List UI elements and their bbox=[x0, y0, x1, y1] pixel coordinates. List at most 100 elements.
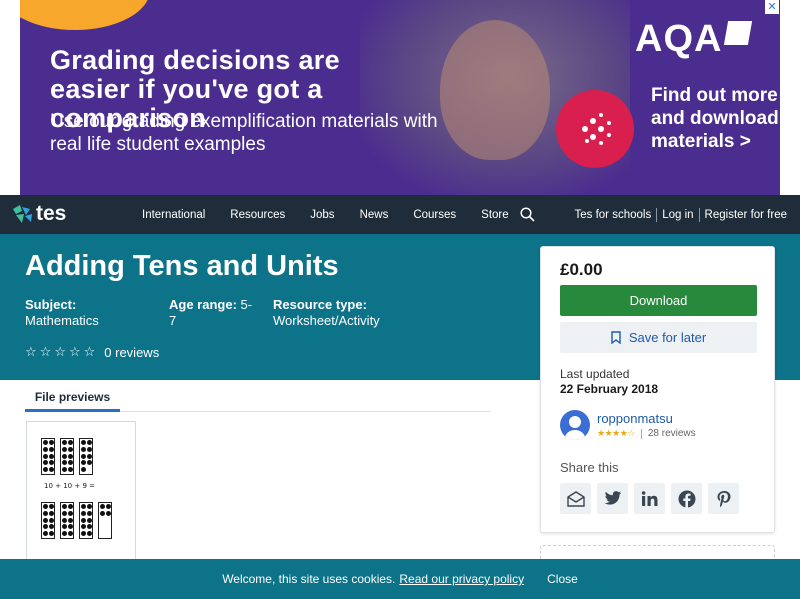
subject-value[interactable]: Mathematics bbox=[25, 313, 99, 328]
cookie-close-button[interactable]: Close bbox=[547, 572, 578, 586]
star-empty-icon: ☆ bbox=[25, 344, 37, 359]
ten-frame-dot bbox=[81, 517, 86, 523]
rating-divider bbox=[640, 428, 642, 439]
ten-frame-dot bbox=[87, 460, 92, 466]
ten-frame-dot bbox=[100, 531, 105, 537]
ad-brand-logo: AQA bbox=[635, 18, 753, 61]
nav-link-register[interactable]: Register for free bbox=[705, 209, 787, 221]
ten-frame-dot bbox=[106, 524, 111, 530]
ten-frame-dot bbox=[49, 453, 54, 459]
nav-links: International Resources Jobs News Course… bbox=[142, 195, 534, 234]
ten-frame-dot bbox=[49, 510, 54, 516]
ten-frame bbox=[79, 438, 93, 475]
ten-frame bbox=[98, 502, 112, 539]
ten-frame-dot bbox=[49, 524, 54, 530]
star-empty-icon: ☆ bbox=[68, 344, 81, 359]
ten-frame-dot bbox=[43, 510, 48, 516]
ten-frame-dot bbox=[68, 524, 73, 530]
type-value[interactable]: Worksheet/Activity bbox=[273, 313, 380, 328]
bookmark-icon bbox=[611, 331, 621, 344]
nav-link-courses[interactable]: Courses bbox=[413, 209, 456, 221]
ten-frame-dot bbox=[100, 510, 105, 516]
nav-link-resources[interactable]: Resources bbox=[230, 209, 285, 221]
last-updated-date: 22 February 2018 bbox=[560, 382, 659, 396]
share-buttons bbox=[560, 483, 745, 514]
subject-meta: Subject: Mathematics bbox=[25, 297, 145, 329]
author-name[interactable]: ropponmatsu bbox=[597, 411, 673, 426]
ad-cta-link[interactable]: Find out more and download materials > bbox=[651, 84, 780, 153]
ten-frame-dot bbox=[62, 460, 67, 466]
search-icon[interactable] bbox=[520, 207, 535, 227]
tab-file-previews[interactable]: File previews bbox=[25, 380, 120, 412]
age-meta: Age range: 5-7 bbox=[169, 297, 259, 329]
subject-label: Subject: bbox=[25, 297, 77, 312]
nav-link-jobs[interactable]: Jobs bbox=[310, 209, 334, 221]
ten-frame-dot bbox=[62, 517, 67, 523]
twitter-icon[interactable] bbox=[597, 483, 628, 514]
last-updated-label: Last updated bbox=[560, 367, 630, 381]
author-stars-icon: ★★★★☆ bbox=[597, 428, 635, 438]
nav-link-store[interactable]: Store bbox=[481, 209, 509, 221]
ten-frame-dot bbox=[49, 460, 54, 466]
privacy-policy-link[interactable]: Read our privacy policy bbox=[399, 572, 524, 586]
ten-frame-dot bbox=[62, 440, 67, 445]
ten-frame-dot bbox=[81, 446, 86, 452]
ad-close-icon[interactable]: ✕ bbox=[765, 0, 779, 14]
ten-frame-dot bbox=[106, 531, 111, 537]
ten-frame-dot bbox=[106, 504, 111, 509]
save-for-later-button[interactable]: Save for later bbox=[560, 322, 757, 353]
linkedin-icon[interactable] bbox=[634, 483, 665, 514]
nav-link-news[interactable]: News bbox=[360, 209, 389, 221]
star-empty-icon: ☆ bbox=[54, 344, 66, 359]
ten-frame-dot bbox=[68, 460, 73, 466]
pinterest-icon[interactable] bbox=[708, 483, 739, 514]
ten-frame-dot bbox=[62, 467, 67, 473]
nav-link-international[interactable]: International bbox=[142, 209, 205, 221]
nav-link-tes-for-schools[interactable]: Tes for schools bbox=[575, 209, 652, 221]
ad-dots-icon bbox=[556, 90, 634, 168]
facebook-icon[interactable] bbox=[671, 483, 702, 514]
ten-frame-dot bbox=[87, 467, 92, 473]
tes-logo[interactable]: tes bbox=[13, 203, 66, 224]
save-for-later-label: Save for later bbox=[628, 330, 707, 345]
ten-frame-dot bbox=[68, 453, 73, 459]
download-button[interactable]: Download bbox=[560, 285, 757, 316]
ten-frame-dot bbox=[87, 531, 92, 537]
ten-frame-dot bbox=[100, 504, 105, 509]
ten-frame bbox=[41, 438, 55, 475]
author-reviews[interactable]: 28 reviews bbox=[648, 428, 696, 439]
ten-frame-dot bbox=[49, 467, 54, 473]
ten-frame-dot bbox=[68, 517, 73, 523]
ten-frame-dot bbox=[43, 504, 48, 509]
ten-frame-dot bbox=[43, 467, 48, 473]
aqa-mark-icon bbox=[724, 21, 753, 45]
ten-frame-dot bbox=[87, 504, 92, 509]
preview-sum-text: 10 + 10 + 9 = bbox=[44, 482, 95, 490]
top-nav: tes International Resources Jobs News Co… bbox=[0, 195, 800, 234]
ten-frame-dot bbox=[68, 446, 73, 452]
ten-frame-dot bbox=[81, 460, 86, 466]
ten-frame bbox=[60, 438, 74, 475]
reviews-count[interactable]: 0 reviews bbox=[104, 345, 159, 360]
ten-frame-dot bbox=[62, 453, 67, 459]
star-empty-icon: ☆ bbox=[39, 344, 52, 359]
file-preview-thumbnail[interactable]: 10 + 10 + 9 = bbox=[26, 421, 136, 571]
ten-frame-dot bbox=[81, 531, 86, 537]
email-icon[interactable] bbox=[560, 483, 591, 514]
ad-brand-text: AQA bbox=[635, 18, 723, 60]
ad-banner[interactable]: Grading decisions are easier if you've g… bbox=[20, 0, 780, 195]
ten-frame-dot bbox=[43, 531, 48, 537]
ten-frame-dot bbox=[62, 510, 67, 516]
ten-frame-dot bbox=[87, 517, 92, 523]
ten-frame-dot bbox=[49, 446, 54, 452]
ten-frame-dot bbox=[81, 440, 86, 445]
ten-frame-dot bbox=[100, 524, 105, 530]
ten-frame-dot bbox=[43, 524, 48, 530]
nav-link-login[interactable]: Log in bbox=[662, 209, 693, 221]
ten-frame bbox=[41, 502, 55, 539]
author-avatar[interactable] bbox=[560, 410, 590, 440]
purchase-card: £0.00 Download Save for later Last updat… bbox=[540, 246, 775, 533]
resource-rating[interactable]: ☆ ☆ ☆ ☆ ☆ 0 reviews bbox=[25, 344, 159, 360]
ten-frame-dot bbox=[81, 453, 86, 459]
ten-frame-dot bbox=[43, 440, 48, 445]
